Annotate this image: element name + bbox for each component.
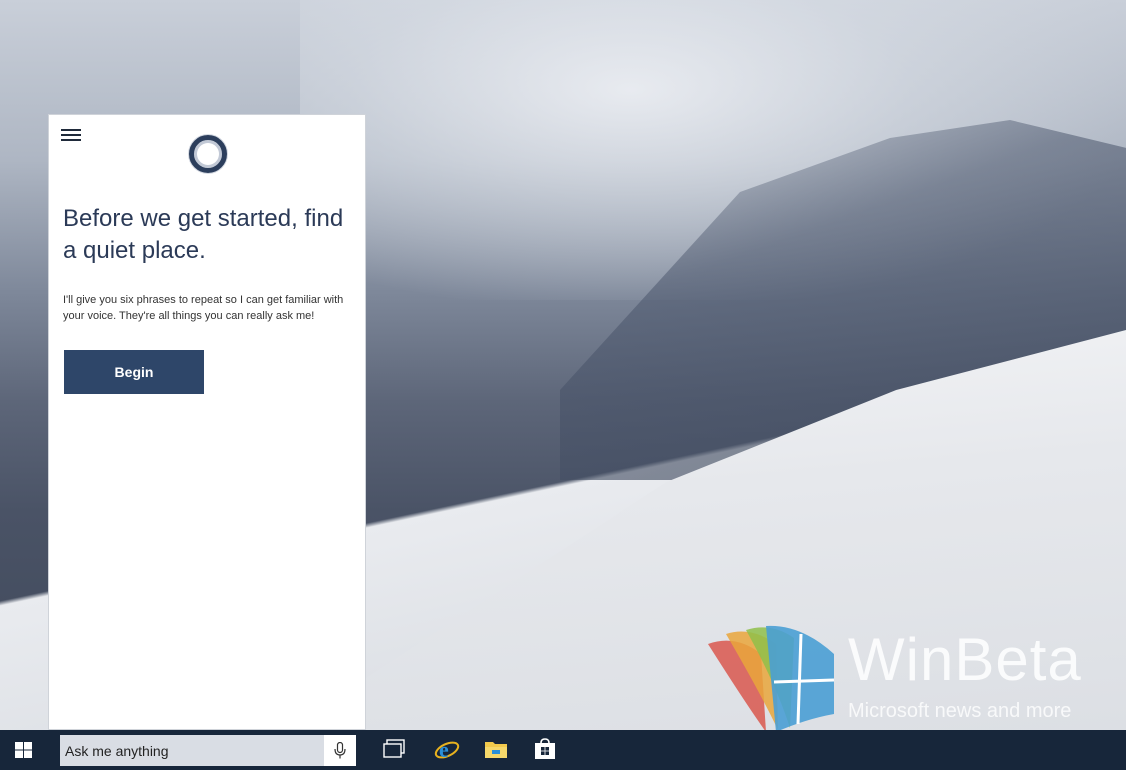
windows-start-icon: [15, 742, 32, 758]
panel-body-text: I'll give you six phrases to repeat so I…: [63, 294, 344, 322]
cortana-circle-icon: [189, 135, 227, 173]
cortana-panel: Before we get started, find a quiet plac…: [48, 114, 366, 730]
task-view-icon: [383, 739, 405, 758]
store-button[interactable]: [526, 735, 566, 765]
winbeta-watermark: WinBeta Microsoft news and more: [706, 624, 1096, 734]
search-input[interactable]: [60, 735, 324, 766]
taskbar: e: [0, 730, 1126, 770]
microphone-button[interactable]: [324, 735, 356, 766]
search-box[interactable]: [60, 735, 356, 766]
panel-heading: Before we get started, find a quiet plac…: [63, 205, 344, 264]
internet-explorer-icon: e: [434, 738, 460, 762]
winbeta-logo-icon: [708, 625, 835, 732]
watermark-title: WinBeta: [848, 626, 1082, 693]
store-icon: [535, 738, 555, 759]
task-view-button[interactable]: [374, 735, 414, 765]
file-explorer-icon: [485, 742, 507, 758]
hamburger-menu-icon[interactable]: [61, 129, 81, 143]
start-button[interactable]: [0, 730, 48, 770]
file-explorer-button[interactable]: [476, 735, 516, 765]
begin-button[interactable]: Begin: [64, 350, 204, 394]
watermark-subtitle: Microsoft news and more: [848, 700, 1072, 722]
svg-text:e: e: [439, 738, 449, 762]
microphone-icon: [334, 742, 346, 759]
internet-explorer-button[interactable]: e: [426, 735, 466, 765]
